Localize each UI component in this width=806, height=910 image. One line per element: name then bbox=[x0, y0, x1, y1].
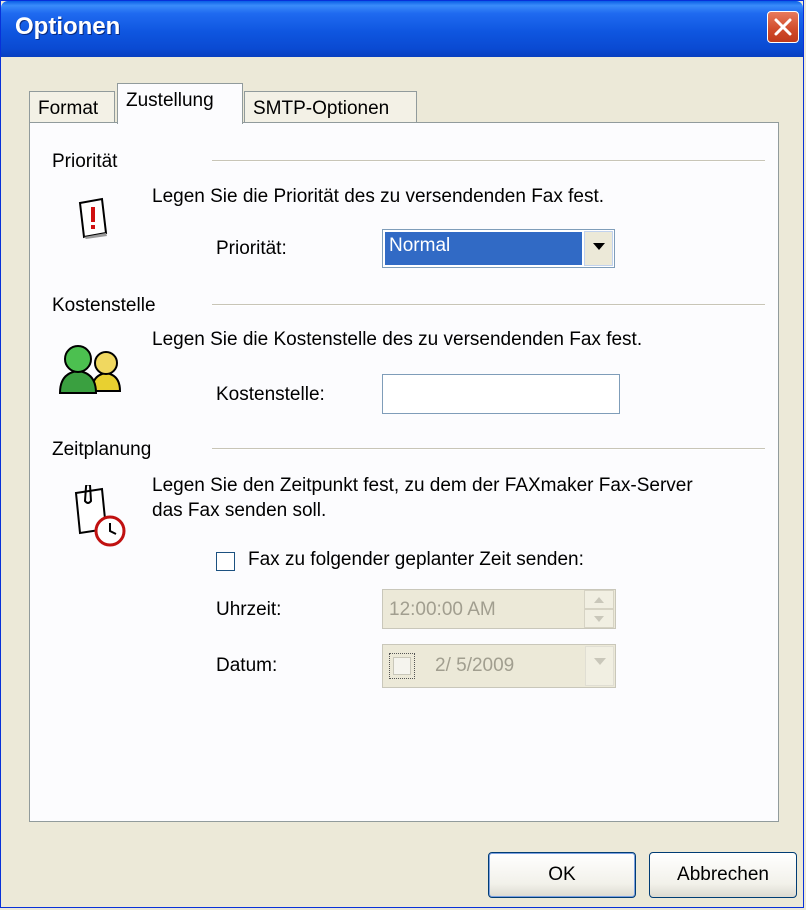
time-picker[interactable]: 12:00:00 AM bbox=[382, 589, 616, 629]
priority-document-icon bbox=[78, 197, 108, 239]
cancel-button[interactable]: Abbrechen bbox=[649, 852, 797, 898]
date-field-label: Datum: bbox=[216, 655, 278, 676]
tab-panel-zustellung: Priorität Legen Sie die Priorität des zu… bbox=[29, 122, 779, 822]
tab-smtp-label: SMTP-Optionen bbox=[253, 98, 390, 119]
priority-group-divider bbox=[212, 160, 765, 162]
tab-zustellung[interactable]: Zustellung bbox=[117, 83, 243, 124]
tab-zustellung-label: Zustellung bbox=[126, 90, 214, 111]
schedule-checkbox[interactable] bbox=[216, 552, 235, 571]
date-checkbox[interactable] bbox=[389, 653, 415, 679]
time-field-label: Uhrzeit: bbox=[216, 599, 282, 620]
cost-center-field-label: Kostenstelle: bbox=[216, 384, 325, 405]
options-dialog: Optionen Format Zustellung SMTP-Optionen… bbox=[0, 0, 804, 908]
priority-group-title: Priorität bbox=[52, 151, 118, 172]
priority-field-label: Priorität: bbox=[216, 238, 287, 259]
cost-center-description: Legen Sie die Kostenstelle des zu versen… bbox=[152, 329, 643, 350]
time-spin-up-button[interactable] bbox=[584, 590, 614, 609]
scheduling-group-title: Zeitplanung bbox=[52, 439, 152, 460]
window-title: Optionen bbox=[15, 13, 121, 40]
close-button[interactable] bbox=[767, 11, 799, 43]
ok-button[interactable]: OK bbox=[488, 852, 636, 898]
tab-smtp-optionen[interactable]: SMTP-Optionen bbox=[244, 91, 417, 123]
scheduling-group-divider bbox=[212, 448, 765, 450]
scheduled-document-clock-icon bbox=[74, 485, 126, 547]
cost-center-input[interactable] bbox=[382, 374, 620, 414]
chevron-down-icon bbox=[594, 616, 604, 622]
users-icon bbox=[58, 345, 122, 394]
tab-format-label: Format bbox=[38, 98, 99, 119]
cancel-button-label: Abbrechen bbox=[677, 864, 769, 885]
priority-selected-value: Normal bbox=[385, 232, 582, 265]
scheduling-description-line2: das Fax senden soll. bbox=[152, 500, 327, 521]
date-picker[interactable]: 2/ 5/2009 bbox=[382, 644, 616, 688]
title-bar[interactable]: Optionen bbox=[1, 1, 803, 57]
cost-center-group-divider bbox=[212, 304, 765, 306]
priority-description: Legen Sie die Priorität des zu versenden… bbox=[152, 186, 605, 207]
date-value: 2/ 5/2009 bbox=[435, 655, 515, 676]
scheduling-description-line1: Legen Sie den Zeitpunkt fest, zu dem der… bbox=[152, 475, 693, 496]
priority-dropdown-button[interactable] bbox=[584, 231, 613, 266]
date-dropdown-button[interactable] bbox=[585, 646, 614, 686]
chevron-down-icon bbox=[593, 243, 605, 250]
cost-center-group-title: Kostenstelle bbox=[52, 295, 156, 316]
priority-dropdown[interactable]: Normal bbox=[382, 229, 615, 268]
ok-button-label: OK bbox=[548, 864, 576, 885]
time-spin-down-button[interactable] bbox=[584, 609, 614, 628]
chevron-up-icon bbox=[594, 597, 604, 603]
close-icon bbox=[774, 18, 792, 36]
tab-format[interactable]: Format bbox=[29, 91, 115, 123]
schedule-checkbox-label[interactable]: Fax zu folgender geplanter Zeit senden: bbox=[248, 549, 584, 571]
chevron-down-icon bbox=[594, 658, 606, 665]
time-value: 12:00:00 AM bbox=[389, 599, 496, 620]
